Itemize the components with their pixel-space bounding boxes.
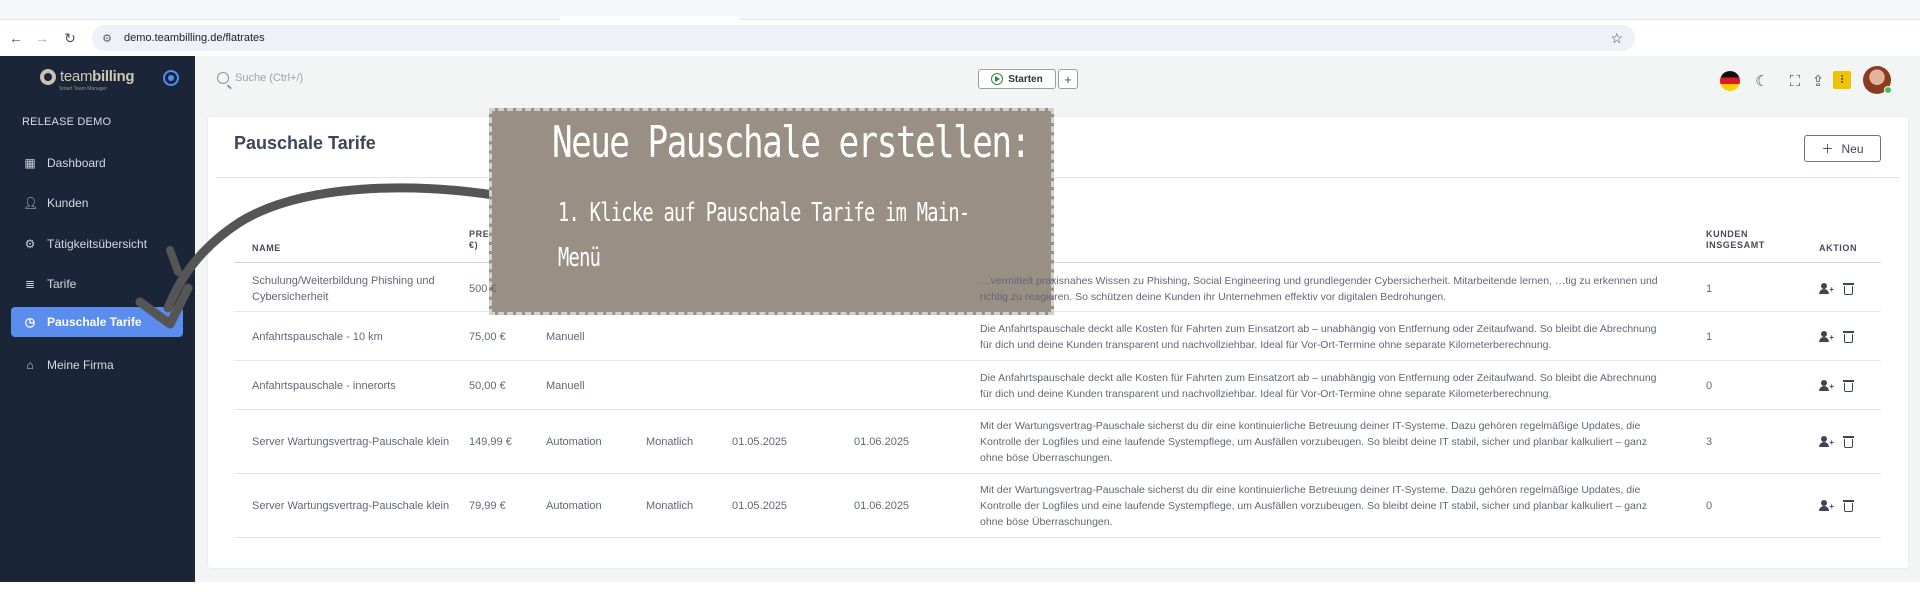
overlay-step: 1. Klicke auf Pauschale Tarife im Main-M…: [558, 198, 970, 273]
cell-kunden: 0: [1706, 379, 1713, 392]
cell-intervall: Monatlich: [646, 436, 694, 448]
cell-preis: 149,99 €: [469, 436, 512, 448]
cell-ende: 01.06.2025: [854, 436, 910, 448]
cell-preis: 79,99 €: [469, 500, 506, 512]
cell-beschreibung: Die Anfahrtspauschale deckt alle Kosten …: [980, 371, 1657, 400]
assign-customer-icon[interactable]: +: [1819, 282, 1834, 295]
cell-intervall: Monatlich: [646, 500, 694, 512]
arrow-shaft-detail: [166, 246, 182, 276]
assign-customer-icon[interactable]: +: [1819, 330, 1834, 343]
delete-trash-icon[interactable]: [1843, 330, 1854, 343]
cell-beschreibung: Mit der Wartungsvertrag-Pauschale sicher…: [980, 484, 1647, 528]
assign-plus-glyph: +: [1829, 438, 1834, 447]
cell-typ: Automation: [546, 436, 602, 448]
cell-kunden: 3: [1706, 436, 1713, 448]
cell-name: Anfahrtspauschale - 10 km: [252, 330, 383, 343]
cell-name: Server Wartungsvertrag-Pauschale klein: [252, 500, 450, 512]
cell-beschreibung: Die Anfahrtspauschale deckt alle Kosten …: [980, 322, 1657, 351]
cell-typ: Automation: [546, 500, 602, 512]
assign-customer-icon[interactable]: +: [1819, 500, 1834, 512]
assign-plus-glyph: +: [1829, 284, 1834, 294]
assign-customer-icon[interactable]: +: [1819, 436, 1834, 448]
cell-kunden: 1: [1706, 282, 1713, 295]
cell-start: 01.05.2025: [732, 500, 788, 512]
cell-beschreibung: …vermittelt praxisnahes Wissen zu Phishi…: [980, 274, 1658, 303]
assign-customer-icon[interactable]: +: [1819, 379, 1834, 392]
cell-kunden: 1: [1706, 330, 1713, 343]
overlay-title: Neue Pauschale erstellen:: [552, 117, 1031, 168]
cell-ende: 01.06.2025: [854, 500, 910, 512]
delete-trash-icon[interactable]: [1843, 499, 1854, 512]
cell-start: 01.05.2025: [732, 436, 788, 448]
cell-preis: 75,00 €: [469, 330, 506, 343]
cell-name: Server Wartungsvertrag-Pauschale klein: [252, 436, 450, 448]
tutorial-overlay: Neue Pauschale erstellen: 1. Klicke auf …: [489, 108, 1054, 315]
cell-preis: 50,00 €: [469, 379, 506, 392]
assign-plus-glyph: +: [1829, 332, 1834, 342]
assign-plus-glyph: +: [1829, 381, 1834, 391]
delete-trash-icon[interactable]: [1843, 282, 1854, 295]
delete-trash-icon[interactable]: [1843, 379, 1854, 392]
cell-typ: Manuell: [546, 379, 585, 392]
cell-typ: Manuell: [546, 330, 585, 343]
assign-plus-glyph: +: [1829, 502, 1834, 511]
cell-beschreibung: Mit der Wartungsvertrag-Pauschale sicher…: [980, 420, 1647, 464]
cell-name: Schulung/Weiterbildung Phishing und Cybe…: [252, 274, 435, 303]
cell-kunden: 0: [1706, 500, 1713, 512]
cell-name: Anfahrtspauschale - innerorts: [252, 379, 396, 392]
delete-trash-icon[interactable]: [1843, 435, 1854, 448]
cell-preis: 500 €: [469, 282, 497, 295]
